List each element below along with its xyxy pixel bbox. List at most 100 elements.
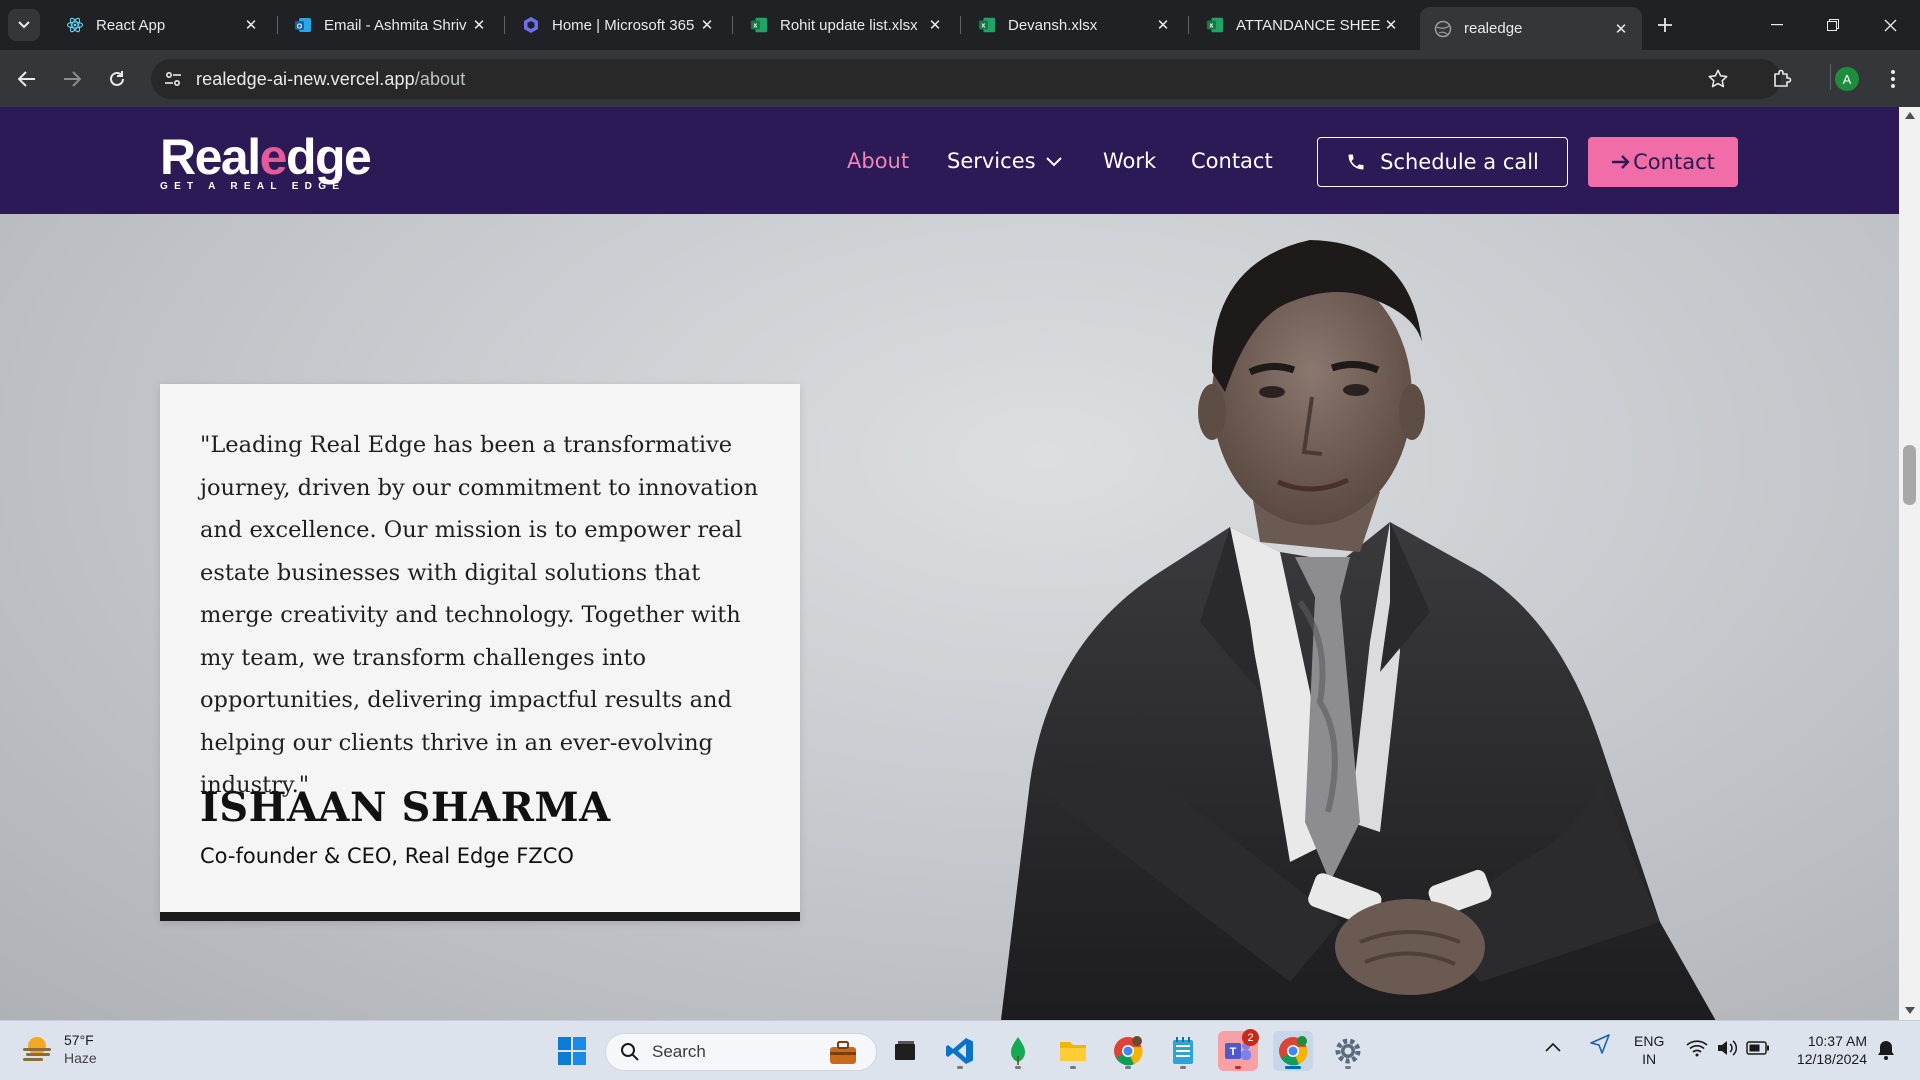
tab-attandance-sheet[interactable]: x ATTANDANCE SHEET ✕ [1192, 7, 1412, 43]
bookmark-star-icon[interactable] [1707, 68, 1729, 95]
new-tab-button[interactable] [1651, 11, 1679, 39]
logo-word-accent: e [259, 129, 288, 185]
browser-menu-button[interactable] [1876, 62, 1910, 96]
tab-title: React App [96, 16, 166, 34]
svg-text:T: T [1230, 1046, 1237, 1058]
taskbar-search-label: Search [652, 1042, 706, 1061]
taskbar-clock[interactable]: 10:37 AM 12/18/2024 [1782, 1032, 1867, 1068]
taskbar-task-view[interactable] [885, 1031, 925, 1071]
excel-icon: x [1206, 16, 1224, 34]
minimize-button[interactable] [1754, 8, 1800, 42]
close-icon[interactable]: ✕ [924, 14, 946, 36]
svg-text:x: x [981, 21, 985, 30]
taskbar-notepad[interactable] [1163, 1031, 1203, 1071]
close-icon[interactable]: ✕ [1152, 14, 1174, 36]
task-view-icon [895, 1041, 915, 1060]
tab-divider [277, 16, 278, 34]
svg-text:x: x [1209, 21, 1213, 30]
close-icon[interactable]: ✕ [240, 14, 262, 36]
nav-work[interactable]: Work [1103, 149, 1156, 173]
taskbar-chrome-active[interactable] [1273, 1031, 1313, 1071]
url-text[interactable]: realedge-ai-new.vercel.app/about [196, 69, 465, 90]
tab-divider [960, 16, 961, 34]
chrome-icon [1114, 1036, 1143, 1066]
reload-icon [110, 71, 124, 86]
site-info-icon[interactable] [163, 69, 183, 94]
back-button[interactable] [10, 62, 44, 96]
tab-search-button[interactable] [8, 9, 40, 41]
close-icon[interactable]: ✕ [1610, 18, 1632, 40]
scroll-up-arrow-icon[interactable] [1905, 112, 1915, 119]
schedule-call-button[interactable]: Schedule a call [1317, 137, 1568, 187]
taskbar-mongodb[interactable] [998, 1031, 1038, 1071]
globe-icon [1434, 20, 1452, 38]
weather-widget[interactable]: 57°F Haze [20, 1031, 97, 1067]
tab-microsoft365[interactable]: Home | Microsoft 365 ✕ [508, 7, 728, 43]
logo-word-start: Real [160, 129, 261, 185]
excel-icon: x [978, 16, 996, 34]
url-path: /about [414, 69, 466, 89]
forward-button[interactable] [55, 62, 89, 96]
profile-button[interactable]: A [1830, 62, 1864, 96]
tab-divider [1188, 16, 1189, 34]
windows-taskbar: 57°F Haze Search T 2 ENG IN 10:37 AM 12/… [0, 1020, 1920, 1080]
puzzle-icon [1774, 69, 1792, 87]
taskbar-teams[interactable]: T 2 [1218, 1029, 1259, 1071]
plus-icon [1658, 18, 1672, 32]
send-arrow-icon[interactable] [1589, 1033, 1611, 1060]
logo-wordmark: Realedge [160, 132, 372, 182]
close-icon[interactable]: ✕ [468, 14, 490, 36]
start-button[interactable] [552, 1031, 592, 1071]
restore-icon [1827, 19, 1839, 31]
nav-contact[interactable]: Contact [1191, 149, 1273, 173]
wifi-icon[interactable] [1686, 1039, 1708, 1062]
tab-realedge[interactable]: realedge ✕ [1420, 7, 1642, 50]
tab-title: realedge [1464, 20, 1523, 37]
nav-services-label: Services [947, 149, 1036, 173]
restore-button[interactable] [1810, 8, 1856, 42]
reload-button[interactable] [100, 62, 134, 96]
running-indicator [957, 1066, 963, 1069]
svg-text:O: O [297, 24, 303, 31]
tab-title: Email - Ashmita Shriv [324, 16, 467, 34]
svg-text:x: x [753, 21, 757, 30]
tab-email[interactable]: O Email - Ashmita Shriv ✕ [280, 7, 500, 43]
close-window-button[interactable] [1867, 8, 1913, 42]
microsoft365-icon [522, 16, 540, 34]
running-indicator [1070, 1066, 1076, 1069]
vscode-icon [946, 1038, 973, 1064]
taskbar-settings[interactable] [1328, 1031, 1368, 1071]
ceo-quote: "Leading Real Edge has been a transforma… [200, 432, 759, 798]
address-bar[interactable]: realedge-ai-new.vercel.app/about [151, 59, 1781, 99]
close-icon[interactable]: ✕ [1380, 14, 1402, 36]
language-indicator[interactable]: ENG IN [1634, 1032, 1664, 1068]
tab-rohit-update-list[interactable]: x Rohit update list.xlsx ✕ [736, 7, 956, 43]
taskbar-vscode[interactable] [940, 1031, 980, 1071]
taskbar-chrome-profile[interactable] [1108, 1031, 1148, 1071]
contact-button[interactable]: Contact [1588, 137, 1738, 187]
running-indicator [1345, 1066, 1351, 1069]
chrome-icon [1279, 1036, 1308, 1066]
extensions-button[interactable] [1765, 62, 1799, 96]
realedge-logo[interactable]: Realedge GET A REAL EDGE [160, 132, 372, 192]
url-host: realedge-ai-new.vercel.app [196, 69, 415, 89]
notification-bell-icon[interactable] [1876, 1039, 1896, 1066]
scroll-down-arrow-icon[interactable] [1905, 1007, 1915, 1014]
taskbar-file-explorer[interactable] [1053, 1031, 1093, 1071]
language-code: ENG [1634, 1033, 1665, 1049]
schedule-call-label: Schedule a call [1380, 150, 1539, 174]
nav-services[interactable]: Services [947, 149, 1062, 173]
close-icon[interactable]: ✕ [696, 14, 718, 36]
chevron-up-icon[interactable] [1545, 1039, 1561, 1057]
scrollbar-thumb[interactable] [1903, 445, 1916, 505]
battery-icon[interactable] [1746, 1041, 1770, 1060]
avatar-initial: A [1842, 71, 1852, 87]
nav-about[interactable]: About [847, 149, 909, 173]
forward-arrow-icon [64, 71, 81, 87]
tab-devansh[interactable]: x Devansh.xlsx ✕ [964, 7, 1184, 43]
tab-react-app[interactable]: React App ✕ [52, 7, 272, 43]
running-indicator [1285, 1066, 1301, 1069]
volume-icon[interactable] [1716, 1039, 1738, 1062]
page-scrollbar[interactable] [1899, 107, 1920, 1020]
taskbar-search-box[interactable]: Search [605, 1033, 877, 1071]
